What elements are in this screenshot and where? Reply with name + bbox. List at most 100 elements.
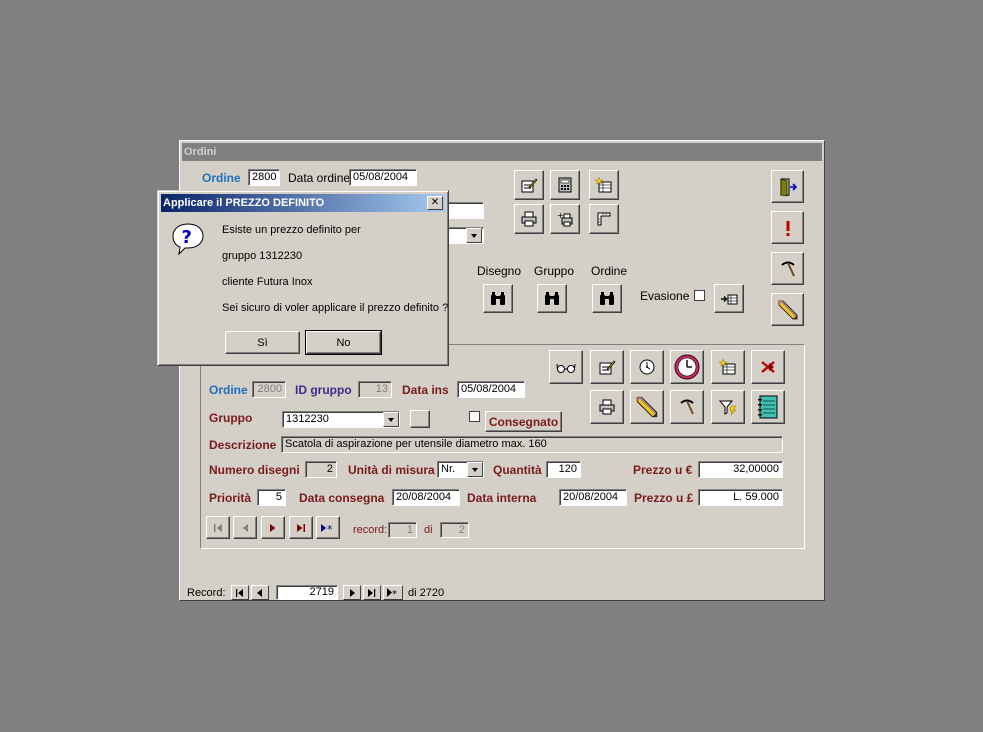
tools-detail-button[interactable]: [670, 390, 704, 424]
new-detail-button[interactable]: [711, 350, 745, 384]
stopwatch-icon: [639, 359, 655, 375]
dialog-close-button[interactable]: ✕: [427, 196, 443, 210]
customer-combo-arrow[interactable]: [466, 228, 482, 243]
sub-ordine-field[interactable]: 2800: [252, 381, 286, 398]
next-record-button[interactable]: [343, 585, 361, 600]
dialog-line-3: cliente Futura Inox: [222, 276, 313, 288]
svg-text:*: *: [392, 589, 397, 597]
print-preview-button[interactable]: +: [550, 204, 580, 234]
calculator-button[interactable]: [550, 170, 580, 200]
ruler-icon: [597, 212, 611, 226]
alert-button[interactable]: [771, 211, 804, 244]
sub-prev-record-button[interactable]: [233, 516, 257, 539]
no-button[interactable]: No: [305, 330, 382, 355]
print-detail-button[interactable]: [590, 390, 624, 424]
binoculars-icon: [491, 291, 505, 305]
data-interna-field[interactable]: 20/08/2004: [559, 489, 627, 506]
prezzo-lire-field[interactable]: L. 59.000: [698, 489, 783, 506]
numero-disegni-field[interactable]: 2: [305, 461, 337, 478]
new-record-nav-button[interactable]: *: [383, 585, 403, 600]
record-total: di 2720: [408, 587, 445, 599]
priorita-field[interactable]: 5: [257, 489, 286, 506]
sub-total-field[interactable]: 2: [440, 522, 469, 538]
window-titlebar[interactable]: Ordini: [182, 143, 822, 161]
binoculars-icon: [545, 291, 559, 305]
unita-combo-arrow[interactable]: [467, 462, 483, 477]
sub-new-record-button[interactable]: *: [316, 516, 340, 539]
quantita-label: Quantità: [493, 463, 542, 477]
consegnato-button[interactable]: Consegnato: [485, 411, 562, 432]
pencil-detail-button[interactable]: [630, 390, 664, 424]
exclamation-icon: [786, 220, 789, 236]
record-label: Record:: [187, 587, 226, 599]
first-record-button[interactable]: [231, 585, 249, 600]
exit-door-icon: [780, 178, 797, 196]
evasione-checkbox[interactable]: [694, 290, 705, 301]
sub-first-record-button[interactable]: [206, 516, 230, 539]
delete-x-icon: [761, 361, 775, 373]
prezzo-euro-field[interactable]: 32,00000: [698, 461, 783, 478]
exit-button[interactable]: [771, 170, 804, 203]
last-record-icon: [297, 523, 305, 532]
next-record-icon: [350, 588, 355, 597]
clock-button[interactable]: [670, 350, 704, 384]
sub-record-label: record:: [353, 524, 388, 536]
notebook-button[interactable]: [751, 390, 785, 424]
search-disegno-button[interactable]: [483, 284, 513, 313]
first-record-icon: [214, 523, 222, 532]
consegnato-checkbox[interactable]: [469, 411, 480, 422]
evasione-button[interactable]: [714, 284, 744, 313]
print-preview-icon: +: [557, 211, 573, 227]
new-record-nav-icon: *: [321, 523, 333, 534]
filter-icon: [718, 400, 737, 416]
calculator-icon: [558, 177, 572, 193]
print-button[interactable]: [514, 204, 544, 234]
data-consegna-field[interactable]: 20/08/2004: [392, 489, 460, 506]
confirm-dialog: Applicare il PREZZO DEFINITO ✕ ? Esiste …: [157, 190, 449, 366]
dialog-titlebar[interactable]: Applicare il PREZZO DEFINITO ✕: [161, 194, 445, 212]
edit-icon: [599, 360, 616, 375]
tools-button[interactable]: [771, 252, 804, 285]
edit-button[interactable]: [514, 170, 544, 200]
view-button[interactable]: [549, 350, 583, 384]
descrizione-field[interactable]: Scatola di aspirazione per utensile diam…: [281, 436, 783, 453]
question-icon: ?: [172, 223, 204, 256]
id-gruppo-field[interactable]: 13: [358, 381, 392, 398]
prev-record-icon: [242, 523, 248, 532]
last-record-button[interactable]: [363, 585, 381, 600]
sub-di-label: di: [424, 524, 433, 536]
pickaxe-icon: [780, 261, 795, 276]
gruppo-combo-arrow[interactable]: [383, 412, 399, 427]
prezzo-euro-label: Prezzo u €: [633, 463, 693, 477]
ordine-field[interactable]: 2800: [248, 169, 280, 186]
timer-button[interactable]: [630, 350, 664, 384]
next-record-icon: [270, 523, 276, 532]
ruler-button[interactable]: [589, 204, 619, 234]
gruppo-extra-button[interactable]: [410, 410, 430, 428]
filter-button[interactable]: [711, 390, 745, 424]
quantita-field[interactable]: 120: [546, 461, 581, 478]
ordine-search-label: Ordine: [591, 264, 628, 278]
id-gruppo-label: ID gruppo: [295, 383, 352, 397]
sub-next-record-button[interactable]: [261, 516, 285, 539]
prev-record-icon: [257, 588, 262, 597]
sub-last-record-button[interactable]: [289, 516, 313, 539]
search-gruppo-button[interactable]: [537, 284, 567, 313]
data-ordine-field[interactable]: 05/08/2004: [349, 169, 417, 186]
first-record-icon: [236, 588, 243, 597]
data-ins-field[interactable]: 05/08/2004: [457, 381, 525, 398]
record-number-field[interactable]: 2719: [276, 585, 338, 600]
delete-button[interactable]: [751, 350, 785, 384]
new-record-button[interactable]: [589, 170, 619, 200]
dialog-line-4: Sei sicuro di voler applicare il prezzo …: [222, 302, 449, 314]
edit-detail-button[interactable]: [590, 350, 624, 384]
svg-text:?: ?: [182, 227, 192, 248]
clock-icon: [674, 354, 700, 380]
pencil-button[interactable]: [771, 293, 804, 326]
search-ordine-button[interactable]: [592, 284, 622, 313]
data-interna-label: Data interna: [467, 491, 537, 505]
glasses-icon: [556, 363, 576, 373]
sub-record-field[interactable]: 1: [388, 522, 417, 538]
prev-record-button[interactable]: [251, 585, 269, 600]
yes-button[interactable]: Sì: [225, 331, 300, 354]
